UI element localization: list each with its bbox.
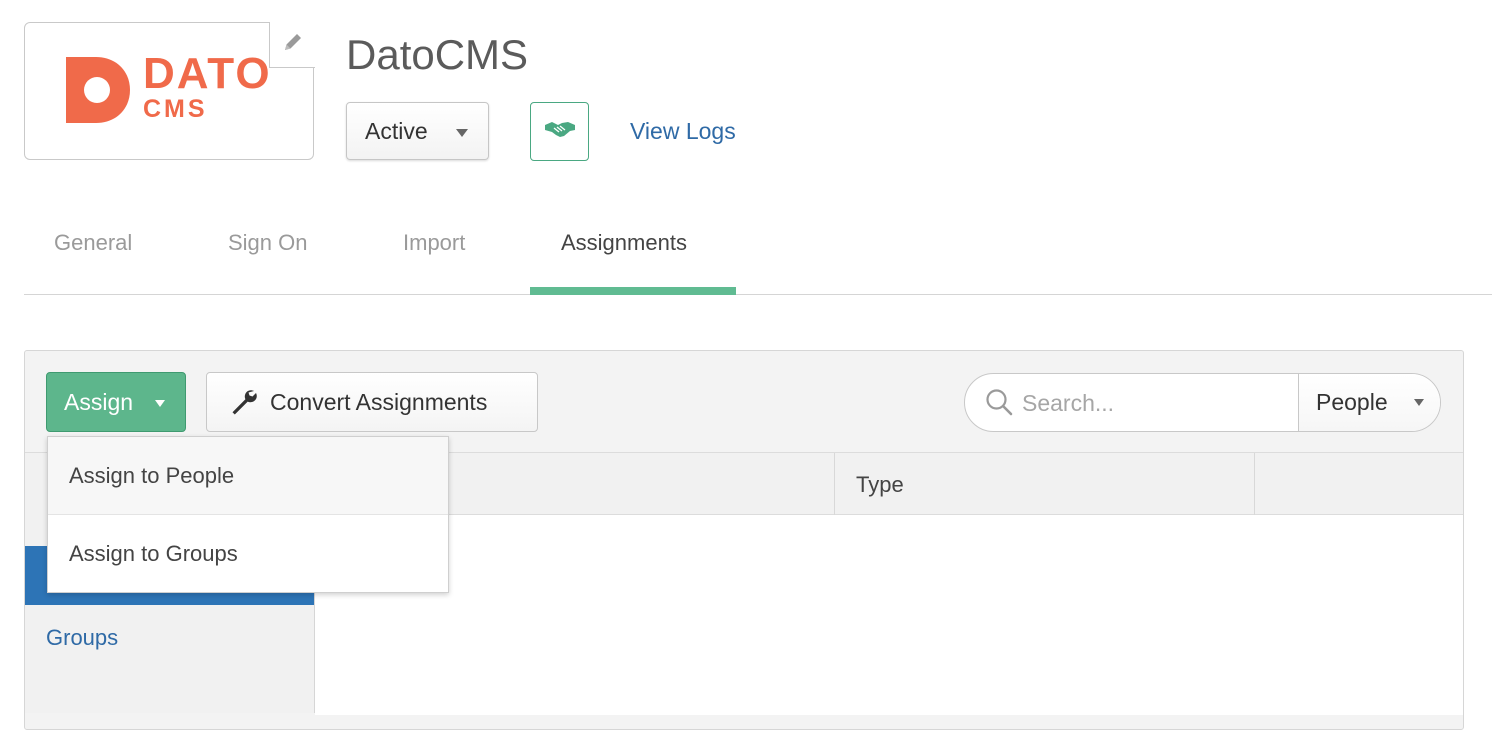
- column-divider[interactable]: [1254, 453, 1255, 515]
- tab-sign-on[interactable]: Sign On: [228, 228, 308, 258]
- handshake-icon: [544, 119, 576, 144]
- tab-import[interactable]: Import: [403, 228, 465, 258]
- chevron-down-icon: [456, 129, 468, 137]
- assign-dropdown-menu: Assign to People Assign to Groups: [47, 436, 449, 593]
- logo-wordmark-top: DATO: [143, 49, 272, 98]
- status-dropdown[interactable]: Active: [346, 102, 489, 160]
- assign-label: Assign: [64, 388, 134, 415]
- convert-assignments-button[interactable]: Convert Assignments: [206, 372, 538, 432]
- menu-item-assign-to-people[interactable]: Assign to People: [48, 437, 448, 515]
- convert-assignments-label: Convert Assignments: [270, 388, 488, 415]
- edit-logo-button[interactable]: [269, 22, 315, 68]
- app-title: DatoCMS: [346, 31, 529, 78]
- handshake-button[interactable]: [530, 102, 589, 161]
- table-body: [315, 515, 1463, 715]
- chevron-down-icon: [1414, 399, 1424, 406]
- menu-item-assign-to-groups[interactable]: Assign to Groups: [48, 515, 448, 593]
- column-header-type[interactable]: Type: [856, 470, 904, 500]
- search-filter-value: People: [1316, 389, 1388, 415]
- pencil-icon: [281, 30, 305, 59]
- sidebar-item-groups[interactable]: Groups: [46, 623, 118, 653]
- logo-wordmark-bottom: CMS: [143, 95, 208, 123]
- search-icon: [985, 388, 1013, 421]
- chevron-down-icon: [155, 400, 165, 407]
- dato-logo-mark: [66, 57, 130, 128]
- column-divider[interactable]: [834, 453, 835, 515]
- tab-general[interactable]: General: [54, 228, 132, 258]
- tab-bar-divider: [24, 294, 1492, 295]
- tab-assignments[interactable]: Assignments: [561, 228, 687, 258]
- search-input[interactable]: [1020, 380, 1294, 426]
- active-tab-indicator: [530, 287, 736, 295]
- wrench-icon: [229, 388, 257, 416]
- status-label: Active: [365, 117, 428, 144]
- search-filter-select[interactable]: People: [1299, 374, 1440, 431]
- assign-button[interactable]: Assign: [46, 372, 186, 432]
- view-logs-link[interactable]: View Logs: [630, 116, 736, 146]
